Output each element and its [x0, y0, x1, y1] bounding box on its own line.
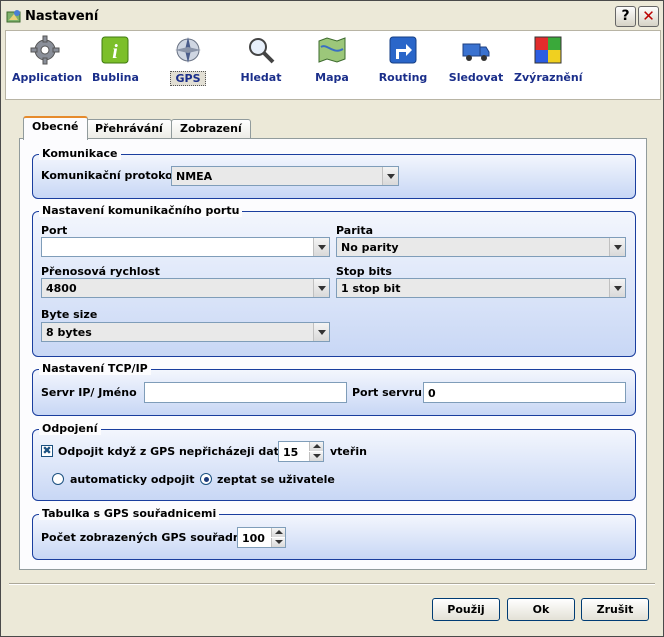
port-label: Port	[41, 224, 68, 237]
radio-auto-disconnect[interactable]	[52, 473, 64, 485]
tab-obecne[interactable]: Obecné	[23, 116, 88, 140]
toolbar-label: Hledat	[240, 71, 282, 84]
baud-label: Přenosová rychlost	[41, 265, 160, 278]
toolbar-item-gps[interactable]: GPS	[170, 35, 206, 86]
ok-button[interactable]: Ok	[507, 598, 575, 621]
app-icon	[6, 10, 21, 23]
radio-auto-label: automaticky odpojit	[70, 473, 195, 486]
baud-select[interactable]: 4800	[41, 278, 330, 298]
parity-select[interactable]: No parity	[336, 237, 626, 257]
server-input[interactable]	[144, 382, 347, 403]
tab-panel-obecne: Komunikace Komunikační protokol NMEA Nas…	[19, 138, 647, 570]
svg-text:i: i	[112, 41, 118, 63]
server-port-input[interactable]: 0	[423, 382, 626, 403]
info-icon: i	[101, 36, 129, 64]
title-bar: Nastavení ? ✕	[1, 1, 663, 30]
spin-up-icon[interactable]	[271, 528, 285, 537]
spin-down-icon[interactable]	[271, 538, 285, 547]
window-title: Nastavení	[25, 9, 99, 24]
group-title: Nastavení komunikačního portu	[39, 204, 243, 217]
disconnect-label: Odpojit když z GPS nepřicházeji data	[58, 445, 287, 458]
toolbar-item-mapa[interactable]: Mapa	[312, 35, 352, 84]
group-title: Nastavení TCP/IP	[39, 362, 151, 375]
chevron-down-icon[interactable]	[609, 238, 625, 256]
toolbar-label: Zvýraznění	[514, 71, 583, 84]
truck-icon	[462, 43, 490, 61]
toolbar-label: GPS	[170, 71, 206, 86]
toolbar-label: Application	[12, 71, 83, 84]
divider	[9, 583, 655, 585]
group-port-settings: Nastavení komunikačního portu Port Parit…	[32, 204, 636, 357]
parity-label: Parita	[336, 224, 374, 237]
settings-toolbar: Application i Bublina GPS Hledat Mapa Ro…	[5, 30, 661, 100]
toolbar-label: Bublina	[92, 71, 139, 84]
group-title: Tabulka s GPS souřadnicemi	[39, 507, 220, 520]
apply-button[interactable]: Použij	[432, 598, 500, 621]
stopbits-value: 1 stop bit	[341, 282, 401, 295]
toolbar-item-zvyrazneni[interactable]: Zvýraznění	[514, 35, 582, 84]
gps-compass-icon	[175, 37, 201, 63]
protocol-value: NMEA	[176, 170, 213, 183]
chevron-down-icon[interactable]	[313, 279, 329, 297]
spin-up-icon[interactable]	[309, 442, 323, 451]
server-port-value: 0	[428, 387, 436, 400]
magnifier-icon	[249, 38, 275, 64]
seconds-stepper[interactable]: 15	[278, 441, 324, 462]
tab-zobrazeni[interactable]: Zobrazení	[171, 119, 251, 139]
group-tcp-ip: Nastavení TCP/IP Servr IP/ Jméno Port se…	[32, 362, 636, 416]
bytesize-value: 8 bytes	[46, 326, 92, 339]
toolbar-item-bublina[interactable]: i Bublina	[92, 35, 139, 84]
protocol-label: Komunikační protokol	[41, 169, 177, 182]
toolbar-item-application[interactable]: Application	[12, 35, 83, 84]
group-title: Komunikace	[39, 147, 121, 160]
group-gps-table: Tabulka s GPS souřadnicemi Počet zobraze…	[32, 507, 636, 560]
toolbar-item-sledovat[interactable]: Sledovat	[448, 35, 504, 84]
radio-ask-label: zeptat se uživatele	[217, 473, 335, 486]
seconds-unit: vteřin	[330, 445, 367, 458]
toolbar-label: Sledovat	[448, 71, 504, 84]
stopbits-label: Stop bits	[336, 265, 392, 278]
seconds-value: 15	[283, 446, 299, 459]
toolbar-label: Routing	[378, 71, 428, 84]
map-icon	[318, 37, 346, 63]
color-squares-icon	[534, 36, 562, 64]
chevron-down-icon[interactable]	[609, 279, 625, 297]
chevron-down-icon[interactable]	[382, 167, 398, 185]
close-button[interactable]: ✕	[638, 6, 659, 27]
protocol-select[interactable]: NMEA	[171, 166, 399, 186]
gps-count-stepper[interactable]: 100	[237, 527, 286, 548]
radio-ask-user[interactable]	[200, 473, 212, 485]
route-sign-icon	[389, 36, 417, 64]
settings-window: Nastavení ? ✕ Application i Bublina GPS …	[0, 0, 664, 637]
disconnect-checkbox[interactable]: ✖	[41, 445, 53, 457]
gps-count-value: 100	[242, 532, 265, 545]
toolbar-item-hledat[interactable]: Hledat	[238, 35, 284, 84]
group-odpojeni: Odpojení ✖ Odpojit když z GPS nepřicháze…	[32, 422, 636, 501]
stopbits-select[interactable]: 1 stop bit	[336, 278, 626, 298]
gear-icon	[30, 35, 60, 65]
help-button[interactable]: ?	[615, 6, 636, 27]
gps-count-label: Počet zobrazených GPS souřadnic	[41, 531, 252, 544]
group-title: Odpojení	[39, 422, 101, 435]
bytesize-select[interactable]: 8 bytes	[41, 322, 330, 342]
toolbar-label: Mapa	[315, 71, 349, 84]
server-label: Servr IP/ Jméno	[41, 386, 137, 399]
bytesize-label: Byte size	[41, 308, 98, 321]
parity-value: No parity	[341, 241, 399, 254]
server-port-label: Port servru	[352, 386, 422, 399]
cancel-button[interactable]: Zrušit	[581, 598, 649, 621]
toolbar-item-routing[interactable]: Routing	[378, 35, 428, 84]
port-select[interactable]	[41, 237, 330, 257]
group-komunikace: Komunikace Komunikační protokol NMEA	[32, 147, 636, 199]
chevron-down-icon[interactable]	[313, 323, 329, 341]
baud-value: 4800	[46, 282, 77, 295]
tab-prehravani[interactable]: Přehrávání	[86, 119, 172, 139]
spin-down-icon[interactable]	[309, 452, 323, 461]
chevron-down-icon[interactable]	[313, 238, 329, 256]
